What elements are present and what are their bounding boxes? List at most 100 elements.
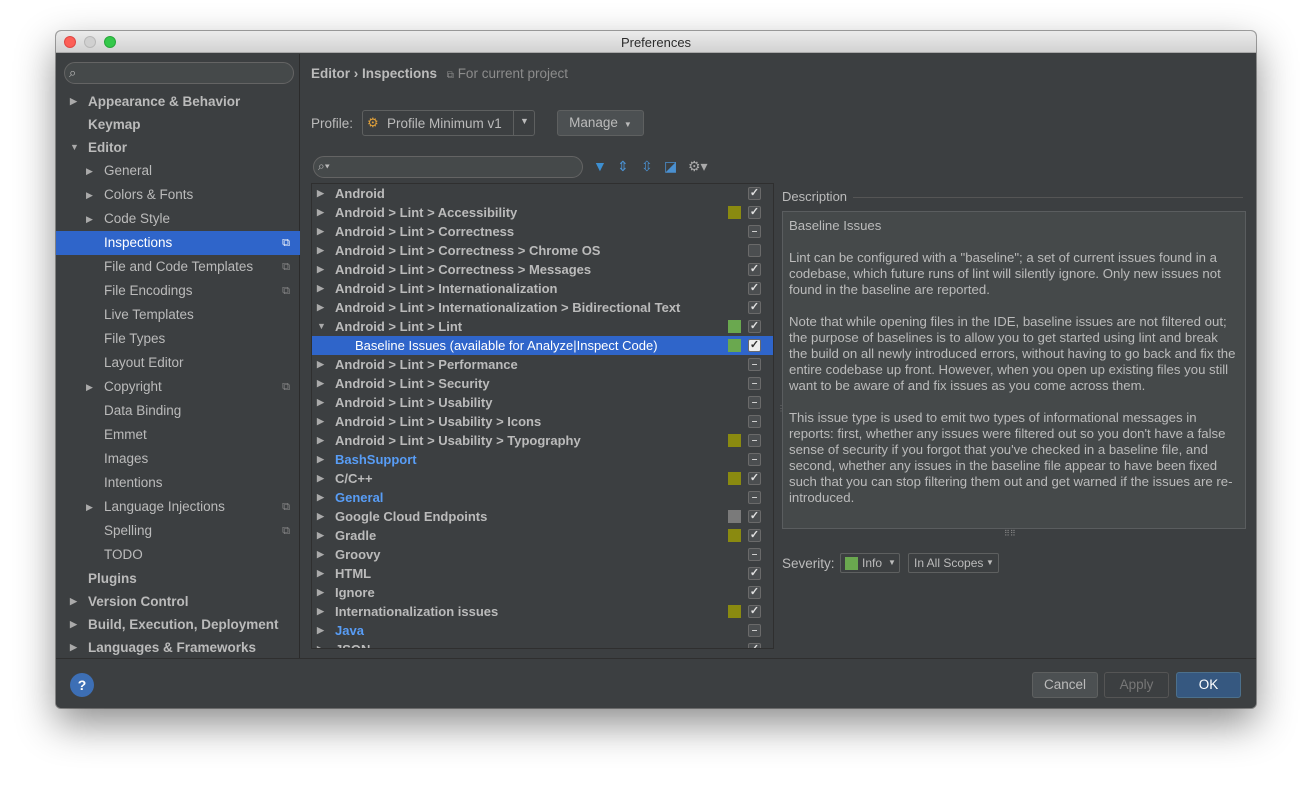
collapsed-arrow-icon[interactable]: ▶ — [317, 279, 324, 298]
collapsed-arrow-icon[interactable]: ▶ — [86, 183, 93, 207]
inspection-enabled-checkbox[interactable]: – — [748, 434, 761, 447]
sidebar-item-version-control[interactable]: ▶ Version Control — [56, 590, 300, 613]
inspection-enabled-checkbox[interactable]: ✓ — [748, 263, 761, 276]
inspection-row[interactable]: ▶ Android > Lint > Correctness – — [312, 222, 773, 241]
inspection-row[interactable]: ▶ Android > Lint > Usability > Typography… — [312, 431, 773, 450]
severity-dropdown[interactable]: Info ▼ — [840, 553, 900, 573]
collapsed-arrow-icon[interactable]: ▶ — [317, 602, 324, 621]
inspection-row[interactable]: ▶ Google Cloud Endpoints ✓ — [312, 507, 773, 526]
resize-grip[interactable]: ⠿⠿ — [1004, 529, 1016, 538]
collapsed-arrow-icon[interactable]: ▶ — [317, 374, 324, 393]
collapsed-arrow-icon[interactable]: ▶ — [317, 184, 324, 203]
collapsed-arrow-icon[interactable]: ▶ — [317, 412, 324, 431]
sidebar-item-appearance-behavior[interactable]: ▶ Appearance & Behavior — [56, 90, 300, 113]
inspection-enabled-checkbox[interactable]: ✓ — [748, 320, 761, 333]
inspection-row[interactable]: ▶ Android > Lint > Usability – — [312, 393, 773, 412]
inspection-enabled-checkbox[interactable]: ✓ — [748, 301, 761, 314]
inspection-enabled-checkbox[interactable]: ✓ — [748, 339, 761, 352]
sidebar-item-file-encodings[interactable]: File Encodings ⧉ — [56, 279, 300, 303]
collapsed-arrow-icon[interactable]: ▶ — [317, 222, 324, 241]
inspection-enabled-checkbox[interactable]: – — [748, 377, 761, 390]
inspection-row[interactable]: ▶ Gradle ✓ — [312, 526, 773, 545]
collapsed-arrow-icon[interactable]: ▶ — [86, 495, 93, 519]
collapsed-arrow-icon[interactable]: ▶ — [86, 375, 93, 399]
sidebar-item-keymap[interactable]: Keymap — [56, 113, 300, 136]
collapsed-arrow-icon[interactable]: ▶ — [317, 298, 324, 317]
chevron-down-icon[interactable]: ▼ — [520, 116, 529, 126]
inspection-enabled-checkbox[interactable]: – — [748, 491, 761, 504]
inspection-row[interactable]: ▶ Android > Lint > Internationalization ✓ — [312, 279, 773, 298]
inspection-enabled-checkbox[interactable]: ✓ — [748, 282, 761, 295]
sidebar-item-inspections[interactable]: Inspections ⧉ — [56, 231, 300, 255]
collapsed-arrow-icon[interactable]: ▶ — [86, 159, 93, 183]
sidebar-item-file-and-code-templates[interactable]: File and Code Templates ⧉ — [56, 255, 300, 279]
collapsed-arrow-icon[interactable]: ▶ — [317, 469, 324, 488]
gear-icon[interactable]: ⚙▾ — [688, 158, 708, 175]
inspection-enabled-checkbox[interactable]: – — [748, 225, 761, 238]
inspection-row[interactable]: ▶ HTML ✓ — [312, 564, 773, 583]
inspection-row[interactable]: ▶ Ignore ✓ — [312, 583, 773, 602]
inspection-row[interactable]: ▶ Android > Lint > Accessibility ✓ — [312, 203, 773, 222]
sidebar-item-languages-frameworks[interactable]: ▶ Languages & Frameworks — [56, 636, 300, 659]
sidebar-item-editor[interactable]: ▼ Editor — [56, 136, 300, 159]
collapsed-arrow-icon[interactable]: ▶ — [317, 583, 324, 602]
filter-icon[interactable]: ▼ — [593, 158, 607, 174]
inspection-row[interactable]: ▶ Groovy – — [312, 545, 773, 564]
inspection-row[interactable]: ▶ Android > Lint > Performance – — [312, 355, 773, 374]
inspection-enabled-checkbox[interactable]: ✓ — [748, 605, 761, 618]
sidebar-item-file-types[interactable]: File Types — [56, 327, 300, 351]
collapsed-arrow-icon[interactable]: ▶ — [317, 526, 324, 545]
inspection-row[interactable]: ▶ Internationalization issues ✓ — [312, 602, 773, 621]
collapse-all-icon[interactable]: ⇳ — [641, 158, 653, 175]
inspection-filter-input[interactable]: ⌕▾ — [313, 156, 583, 178]
collapsed-arrow-icon[interactable]: ▶ — [317, 393, 324, 412]
inspection-row[interactable]: ▶ Android ✓ — [312, 184, 773, 203]
inspection-enabled-checkbox[interactable]: ✓ — [748, 206, 761, 219]
collapsed-arrow-icon[interactable]: ▶ — [317, 507, 324, 526]
sidebar-item-plugins[interactable]: Plugins — [56, 567, 300, 590]
collapsed-arrow-icon[interactable]: ▶ — [317, 355, 324, 374]
inspection-enabled-checkbox[interactable]: – — [748, 453, 761, 466]
manage-button[interactable]: Manage ▼ — [557, 110, 644, 136]
inspection-row[interactable]: ▶ Java – — [312, 621, 773, 640]
reset-to-default-icon[interactable]: ◪ — [664, 158, 677, 175]
sidebar-item-images[interactable]: Images — [56, 447, 300, 471]
apply-button[interactable]: Apply — [1104, 672, 1169, 698]
sidebar-item-intentions[interactable]: Intentions — [56, 471, 300, 495]
sidebar-item-language-injections[interactable]: ▶ Language Injections ⧉ — [56, 495, 300, 519]
inspection-row[interactable]: ▶ C/C++ ✓ — [312, 469, 773, 488]
collapsed-arrow-icon[interactable]: ▶ — [317, 431, 324, 450]
inspection-row[interactable]: ▶ General – — [312, 488, 773, 507]
inspection-enabled-checkbox[interactable]: – — [748, 358, 761, 371]
inspection-enabled-checkbox[interactable]: ✓ — [748, 643, 761, 648]
collapsed-arrow-icon[interactable]: ▶ — [317, 564, 324, 583]
collapsed-arrow-icon[interactable]: ▶ — [317, 241, 324, 260]
inspection-row[interactable]: ▶ Android > Lint > Security – — [312, 374, 773, 393]
inspection-row[interactable]: ▼ Android > Lint > Lint ✓ — [312, 317, 773, 336]
cancel-button[interactable]: Cancel — [1032, 672, 1098, 698]
inspection-row[interactable]: ▶ Android > Lint > Correctness > Chrome O… — [312, 241, 773, 260]
sidebar-item-data-binding[interactable]: Data Binding — [56, 399, 300, 423]
sidebar-item-general[interactable]: ▶ General — [56, 159, 300, 183]
sidebar-item-spelling[interactable]: Spelling ⧉ — [56, 519, 300, 543]
inspection-row[interactable]: ▶ JSON ✓ — [312, 640, 773, 648]
expand-all-icon[interactable]: ⇕ — [617, 158, 629, 175]
sidebar-item-colors-fonts[interactable]: ▶ Colors & Fonts — [56, 183, 300, 207]
inspection-enabled-checkbox[interactable]: – — [748, 415, 761, 428]
settings-search-input[interactable]: ⌕ — [64, 62, 294, 84]
expanded-arrow-icon[interactable]: ▼ — [317, 317, 326, 336]
sidebar-item-live-templates[interactable]: Live Templates — [56, 303, 300, 327]
collapsed-arrow-icon[interactable]: ▶ — [317, 450, 324, 469]
help-button[interactable]: ? — [70, 673, 94, 697]
expanded-arrow-icon[interactable]: ▼ — [70, 136, 79, 159]
collapsed-arrow-icon[interactable]: ▶ — [317, 203, 324, 222]
sidebar-item-code-style[interactable]: ▶ Code Style — [56, 207, 300, 231]
inspection-enabled-checkbox[interactable]: ✓ — [748, 187, 761, 200]
inspection-enabled-checkbox[interactable]: ✓ — [748, 472, 761, 485]
inspection-row[interactable]: ▶ Android > Lint > Usability > Icons – — [312, 412, 773, 431]
inspection-enabled-checkbox[interactable]: – — [748, 396, 761, 409]
collapsed-arrow-icon[interactable]: ▶ — [70, 613, 77, 636]
collapsed-arrow-icon[interactable]: ▶ — [70, 636, 77, 659]
collapsed-arrow-icon[interactable]: ▶ — [86, 207, 93, 231]
inspection-enabled-checkbox[interactable]: ✓ — [748, 510, 761, 523]
